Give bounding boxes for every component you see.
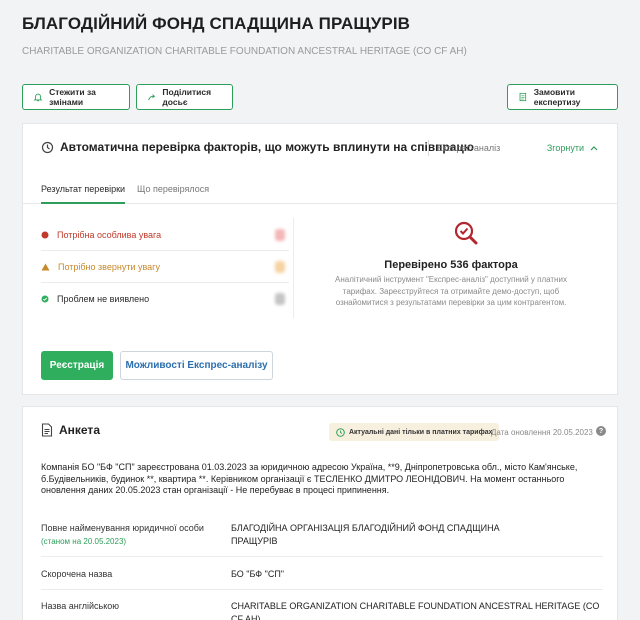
collapse-label: Згорнути [546, 143, 584, 153]
header-divider [428, 140, 429, 156]
hidden-count [275, 228, 285, 241]
result-label: Проблем не виявлено [57, 294, 150, 304]
document-icon [519, 92, 527, 102]
help-icon[interactable]: ? [596, 426, 606, 436]
anketa-header: Анкета [41, 423, 100, 437]
result-row-no-problems: Проблем не виявлено [41, 283, 289, 315]
order-expertise-button[interactable]: Замовити експертизу [507, 84, 618, 110]
tab-what-checked[interactable]: Що перевірялося [137, 184, 209, 204]
page-title: БЛАГОДІЙНИЙ ФОНД СПАДЩИНА ПРАЩУРІВ [22, 14, 411, 33]
auto-check-header: Автоматична перевірка факторів, що можут… [41, 140, 474, 154]
field-value: CHARITABLE ORGANIZATION CHARITABLE FOUND… [231, 601, 600, 620]
result-label: Потрібно звернути увагу [58, 261, 160, 272]
collapse-toggle[interactable]: Згорнути [547, 143, 599, 153]
alert-circle-icon [41, 231, 49, 239]
actual-data-badge[interactable]: Актуальні дані тільки в платних тарифах [329, 423, 500, 441]
chevron-up-icon [590, 146, 598, 151]
field-value: БО "БФ "СП" [231, 569, 285, 579]
results-divider [293, 218, 294, 318]
express-capabilities-button[interactable]: Можливості Експрес-аналізу [120, 351, 273, 380]
page-subtitle: CHARITABLE ORGANIZATION CHARITABLE FOUND… [22, 46, 467, 57]
auto-check-title: Автоматична перевірка факторів, що можут… [60, 140, 475, 154]
check-tabs: Результат перевірки Що перевірялося [23, 184, 617, 204]
follow-changes-button[interactable]: Стежити за змінами [22, 84, 130, 110]
document-icon [41, 423, 53, 437]
field-label: Назва англійською [41, 601, 120, 611]
express-description: Аналітичний інструмент "Експрес-аналіз" … [335, 275, 567, 307]
share-arrow-icon [148, 94, 156, 101]
anketa-title: Анкета [59, 423, 100, 437]
hidden-count [275, 260, 285, 273]
express-analysis-label: Експрес-аналіз [437, 143, 501, 153]
clock-green-icon [336, 427, 345, 437]
field-label: Скорочена назва [41, 569, 113, 579]
company-summary: Компанія БО "БФ "СП" зареєстрована 01.03… [41, 462, 578, 495]
share-dossier-label: Поділитися досьє [162, 87, 212, 107]
field-value: БЛАГОДІЙНА ОРГАНІЗАЦІЯ БЛАГОДІЙНИЙ ФОНД … [231, 523, 500, 546]
auto-check-card: Автоматична перевірка факторів, що можут… [22, 123, 618, 395]
field-english-name: Назва англійською CHARITABLE ORGANIZATIO… [41, 590, 603, 620]
verified-count: Перевірено 536 фактора [384, 259, 518, 271]
result-row-special-attention: Потрібна особлива увага [41, 219, 289, 251]
actual-data-label: Актуальні дані тільки в платних тарифах [349, 428, 493, 436]
field-label: Повне найменування юридичної особи [41, 523, 204, 533]
register-button[interactable]: Реєстрація [41, 351, 113, 380]
anketa-card: Анкета Актуальні дані тільки в платних т… [22, 406, 618, 620]
share-dossier-button[interactable]: Поділитися досьє [136, 84, 233, 110]
magnifier-check-icon [453, 220, 479, 251]
warning-triangle-icon [41, 263, 50, 271]
follow-changes-label: Стежити за змінами [49, 87, 96, 107]
clock-history-icon [41, 141, 54, 153]
field-full-name: Повне найменування юридичної особи (стан… [41, 517, 603, 557]
check-circle-icon [41, 295, 49, 303]
order-expertise-label: Замовити експертизу [533, 87, 581, 107]
result-label: Потрібна особлива увага [57, 229, 162, 240]
hidden-count [275, 293, 285, 305]
result-row-attention: Потрібно звернути увагу [41, 251, 289, 283]
update-date: Дата оновлення 20.05.2023 [491, 428, 593, 437]
bell-icon [33, 93, 43, 102]
field-sub-label: (станом на 20.05.2023) [41, 537, 127, 546]
tab-check-result[interactable]: Результат перевірки [41, 184, 126, 204]
field-short-name: Скорочена назва БО "БФ "СП" [41, 557, 603, 590]
